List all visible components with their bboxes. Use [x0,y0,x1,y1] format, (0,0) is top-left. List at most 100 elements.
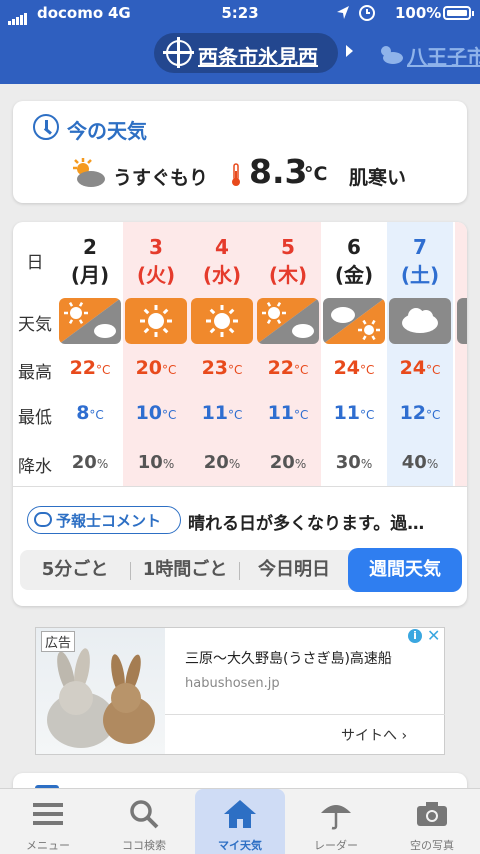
sun-then-cloud-icon [59,298,121,344]
tab-today-tomorrow[interactable]: 今日明日 [240,550,348,590]
forecast-precip: 20% [57,452,123,473]
tab-hourly[interactable]: 1時間ごと [131,550,239,590]
precip-value: 40 [401,452,427,473]
high-value: 22 [267,357,295,379]
forecast-weekday: (火) [136,263,176,287]
row-label-day: 日 [26,253,44,273]
forecast-day-column[interactable]: 4 (水) 23°C 11°C 20% [189,222,255,486]
precip-unit: % [228,457,241,471]
tab-5min[interactable]: 5分ごと [20,550,130,590]
cloud-then-sun-icon [323,298,385,344]
row-label-precip: 降水 [18,457,52,477]
row-label-high: 最高 [18,363,52,383]
forecaster-comment-label: 予報士コメント [56,512,162,530]
forecaster-comment-button[interactable]: 予報士コメント [27,506,181,534]
forecaster-comment-text[interactable]: 晴れる日が多くなります。過… [188,509,458,534]
precip-value: 20 [71,452,97,473]
low-value: 10 [135,402,163,424]
temp-unit: °C [294,408,309,422]
forecast-low: 11°C [255,402,321,424]
precip-unit: % [162,457,175,471]
low-value: 12 [399,402,427,424]
app-header: docomo 4G 5:23 100% 西条市氷見西 八王子市 [0,0,480,84]
temperature-unit: °C [304,163,328,185]
next-location-name[interactable]: 八王子市 [407,41,480,70]
temp-unit: °C [89,408,104,422]
forecast-date: 3 [149,235,163,259]
forecast-day-column[interactable]: 2 (月) 22°C 8°C 20% [57,222,123,486]
location-arrow-icon [335,4,379,26]
temp-unit: °C [360,363,375,377]
high-value: 23 [201,357,229,379]
status-bar: docomo 4G 5:23 100% [0,0,480,26]
tab-sky-photos[interactable]: 空の写真 [384,789,480,854]
forecast-date: 2 [83,235,97,259]
forecast-day-column[interactable]: 7 (土) 24°C 12°C 40% [387,222,453,486]
ad-banner[interactable]: 広告 i ✕ 三原〜大久野島(うさぎ島)高速船 habushosen.jp サイ… [35,626,445,755]
temp-unit: °C [228,408,243,422]
low-value: 11 [267,402,295,424]
row-label-low: 最低 [18,408,52,428]
row-label-weather: 天気 [18,315,52,335]
low-value: 11 [333,402,361,424]
forecast-high: 22°C [57,357,123,379]
forecast-day-column[interactable]: 3 (火) 20°C 10°C 10% [123,222,189,486]
info-icon[interactable]: i [408,629,422,643]
forecast-precip: 30% [321,452,387,473]
forecast-low: 10°C [123,402,189,424]
sun-then-cloud-icon [257,298,319,344]
forecast-weekday: (金) [334,263,374,287]
current-weather-card[interactable]: 今の天気 うすぐもり 8.3 °C 肌寒い [13,101,467,203]
tab-radar[interactable]: レーダー [288,789,384,854]
tab-weekly[interactable]: 週間天気 [348,548,462,592]
forecast-date: 6 [347,235,361,259]
tab-my-weather[interactable]: マイ天気 [195,789,285,854]
location-selector[interactable]: 西条市氷見西 [154,33,338,73]
next-day-peek [455,222,467,486]
tab-label: 空の写真 [410,839,454,852]
precip-value: 20 [269,452,295,473]
high-value: 24 [333,357,361,379]
ad-title[interactable]: 三原〜大久野島(うさぎ島)高速船 [185,648,392,668]
tab-search[interactable]: ココ検索 [96,789,192,854]
ad-domain: habushosen.jp [185,676,280,691]
temp-unit: °C [426,408,441,422]
forecast-low: 12°C [387,402,453,424]
tab-menu[interactable]: メニュー [0,789,96,854]
ad-image[interactable]: 広告 [36,628,165,754]
current-weather-title: 今の天気 [67,119,147,143]
forecast-date: 7 [413,235,427,259]
sun-cloud-icon [69,156,107,194]
ad-cta-button[interactable]: サイトへ › [341,725,407,745]
clock-icon [33,114,59,140]
current-location-name[interactable]: 西条市氷見西 [198,41,318,70]
precip-unit: % [96,457,109,471]
search-icon [126,797,162,831]
camera-icon [414,797,450,831]
sun-icon [125,298,187,344]
forecast-day-column[interactable]: 6 (金) 24°C 11°C 30% [321,222,387,486]
high-value: 24 [399,357,427,379]
high-value: 20 [135,357,163,379]
forecast-day-column[interactable]: 5 (木) 22°C 11°C 20% [255,222,321,486]
tab-label: メニュー [26,839,70,852]
thermometer-icon [229,162,243,192]
temp-unit: °C [96,363,111,377]
chevron-right-icon[interactable] [346,45,353,57]
forecast-precip: 10% [123,452,189,473]
low-value: 8 [76,402,90,424]
ad-label: 広告 [41,631,76,652]
bottom-tab-bar: メニュー ココ検索 マイ天気 レーダー 空の写真 [0,788,480,854]
divider [13,486,467,487]
temp-unit: °C [294,363,309,377]
forecast-weekday: (月) [70,263,110,287]
tab-label: レーダー [314,839,358,852]
divider [165,714,445,715]
forecast-weekday: (水) [202,263,242,287]
precip-unit: % [360,457,373,471]
current-condition: うすぐもり [113,167,209,189]
close-icon[interactable]: ✕ [427,626,440,645]
forecast-precip: 20% [255,452,321,473]
precip-value: 10 [137,452,163,473]
feels-like: 肌寒い [349,167,407,189]
